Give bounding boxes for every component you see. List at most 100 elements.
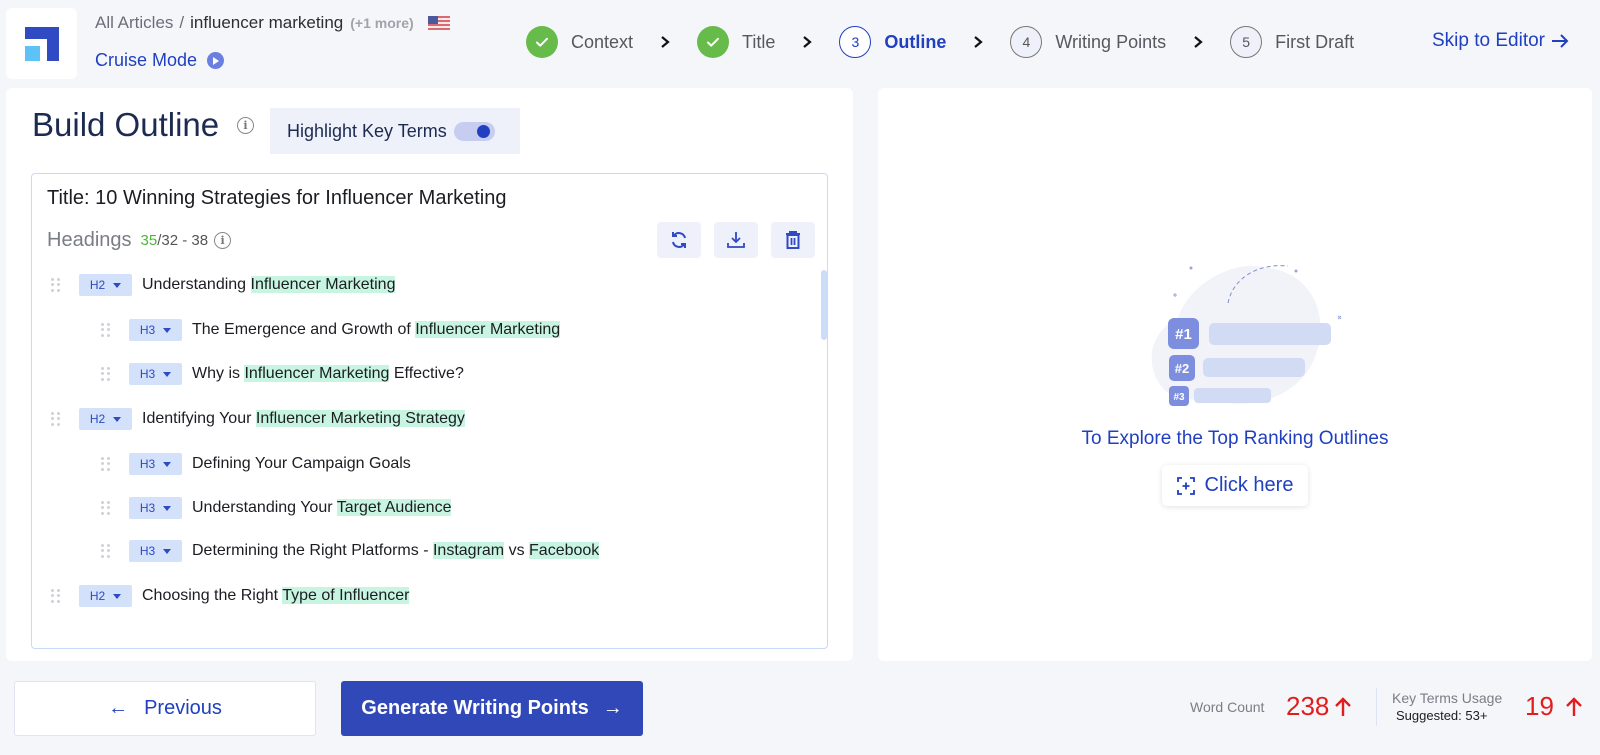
headings-summary: Headings 35/32 - 38 i	[47, 229, 232, 252]
rank-badge-2: #2	[1175, 361, 1189, 376]
chevron-right-icon	[1194, 36, 1203, 48]
headings-current: 35	[140, 232, 158, 249]
heading-row[interactable]: H3 The Emergence and Growth of Influencer…	[101, 317, 561, 343]
heading-text-part: Identifying Your	[142, 410, 256, 427]
caret-down-icon	[113, 416, 122, 422]
delete-button[interactable]	[771, 222, 815, 258]
step-outline[interactable]: 3 Outline	[839, 26, 946, 58]
app-logo[interactable]	[6, 8, 77, 79]
us-flag-icon	[427, 16, 450, 30]
heading-level-dropdown[interactable]: H3	[129, 319, 182, 341]
heading-level-label: H2	[89, 412, 106, 426]
heading-level-label: H3	[139, 501, 156, 515]
headings-range: /32 - 38	[157, 232, 209, 249]
page-title: Build Outline	[32, 106, 220, 143]
heading-text[interactable]: Determining the Right Platforms - Instag…	[192, 542, 600, 560]
generate-writing-points-button[interactable]: Generate Writing Points →	[341, 681, 643, 736]
previous-label: Previous	[144, 697, 222, 719]
step-number: 5	[1230, 26, 1263, 58]
explore-outlines-text: To Explore the Top Ranking Outlines	[1081, 428, 1389, 449]
explore-outlines-button[interactable]: Click here	[1162, 465, 1308, 506]
heading-row[interactable]: H3 Understanding Your Target Audience	[101, 495, 452, 521]
drag-handle-icon[interactable]	[51, 278, 60, 292]
step-writing-points[interactable]: 4 Writing Points	[1010, 26, 1166, 58]
content-stats: Word Count 238 Key Terms Usage Suggested…	[1140, 686, 1600, 730]
highlight-key-terms-toggle[interactable]	[453, 121, 495, 141]
heading-text[interactable]: Understanding Influencer Marketing	[142, 276, 396, 294]
drag-handle-icon[interactable]	[51, 412, 60, 426]
step-first-draft[interactable]: 5 First Draft	[1230, 26, 1354, 58]
heading-text-part: Understanding	[142, 276, 251, 293]
step-title[interactable]: Title	[697, 26, 775, 58]
heading-row[interactable]: H2 Understanding Influencer Marketing	[51, 272, 396, 298]
heading-level-dropdown[interactable]: H3	[129, 497, 182, 519]
caret-down-icon	[163, 327, 172, 333]
heading-row[interactable]: H2 Choosing the Right Type of Influencer	[51, 583, 410, 609]
skip-label: Skip to Editor	[1432, 30, 1545, 51]
heading-level-dropdown[interactable]: H2	[79, 408, 132, 430]
breadcrumb-keyword: influencer marketing	[190, 13, 344, 32]
highlight-key-terms-label: Highlight Key Terms	[287, 120, 447, 141]
highlight-key-terms-control: Highlight Key Terms	[270, 108, 520, 154]
heading-text-part: Understanding Your	[192, 499, 337, 516]
heading-level-dropdown[interactable]: H3	[129, 540, 182, 562]
heading-text-part: The Emergence and Growth of	[192, 321, 416, 338]
heading-row[interactable]: H3 Defining Your Campaign Goals	[101, 451, 411, 477]
heading-level-label: H2	[89, 278, 106, 292]
info-icon[interactable]: i	[237, 117, 254, 134]
download-button[interactable]	[714, 222, 758, 258]
key-term-highlight: Influencer Marketing	[250, 276, 396, 293]
drag-handle-icon[interactable]	[101, 544, 110, 558]
generate-label: Generate Writing Points	[361, 697, 589, 719]
cruise-mode-link[interactable]: Cruise Mode	[95, 50, 225, 71]
breadcrumb-all-articles[interactable]: All Articles	[95, 13, 173, 33]
key-term-highlight: Influencer Marketing	[244, 365, 390, 382]
heading-text[interactable]: Defining Your Campaign Goals	[192, 455, 411, 473]
heading-level-label: H3	[139, 367, 156, 381]
key-term-highlight: Target Audience	[336, 499, 452, 516]
step-label: Title	[742, 31, 776, 52]
headings-label: Headings	[47, 229, 132, 251]
heading-level-dropdown[interactable]: H2	[79, 585, 132, 607]
heading-level-dropdown[interactable]: H3	[129, 453, 182, 475]
outline-scrollbar[interactable]	[821, 270, 827, 340]
arrow-left-icon: ←	[108, 697, 129, 719]
drag-handle-icon[interactable]	[101, 367, 110, 381]
heading-level-dropdown[interactable]: H3	[129, 363, 182, 385]
heading-text[interactable]: Choosing the Right Type of Influencer	[142, 587, 410, 605]
previous-button[interactable]: ← Previous	[14, 681, 316, 736]
click-here-label: Click here	[1204, 474, 1294, 496]
more-keywords[interactable]: (+1 more)	[350, 15, 413, 31]
key-terms-label: Key Terms Usage	[1392, 690, 1503, 706]
refresh-button[interactable]	[657, 222, 701, 258]
drag-handle-icon[interactable]	[51, 589, 60, 603]
heading-text[interactable]: The Emergence and Growth of Influencer M…	[192, 321, 561, 339]
info-icon[interactable]: i	[214, 232, 232, 249]
rank-badge-3: #3	[1173, 392, 1185, 403]
step-label: First Draft	[1275, 31, 1355, 52]
skip-to-editor-link[interactable]: Skip to Editor	[1432, 30, 1569, 52]
heading-text[interactable]: Identifying Your Influencer Marketing St…	[142, 410, 465, 428]
heading-level-dropdown[interactable]: H2	[79, 274, 132, 296]
arrow-right-icon: →	[602, 697, 623, 719]
heading-text[interactable]: Why is Influencer Marketing Effective?	[192, 365, 464, 383]
drag-handle-icon[interactable]	[101, 457, 110, 471]
step-label: Writing Points	[1055, 31, 1167, 52]
key-term-highlight: Influencer Marketing Strategy	[255, 410, 465, 427]
step-number: 4	[1010, 26, 1043, 58]
drag-handle-icon[interactable]	[101, 501, 110, 515]
key-term-highlight: Type of Influencer	[282, 587, 410, 604]
heading-row[interactable]: H2 Identifying Your Influencer Marketing …	[51, 406, 465, 432]
caret-down-icon	[113, 282, 122, 288]
scan-plus-icon	[1176, 476, 1195, 495]
key-term-highlight: Facebook	[529, 542, 600, 559]
step-number: 3	[839, 26, 872, 58]
heading-row[interactable]: H3 Determining the Right Platforms - Inst…	[101, 538, 600, 564]
drag-handle-icon[interactable]	[101, 323, 110, 337]
step-context[interactable]: Context	[526, 26, 633, 58]
caret-down-icon	[163, 548, 172, 554]
download-icon	[727, 232, 745, 248]
heading-text[interactable]: Understanding Your Target Audience	[192, 499, 452, 517]
heading-row[interactable]: H3 Why is Influencer Marketing Effective?	[101, 361, 464, 387]
article-title: Title: 10 Winning Strategies for Influen…	[47, 187, 507, 209]
